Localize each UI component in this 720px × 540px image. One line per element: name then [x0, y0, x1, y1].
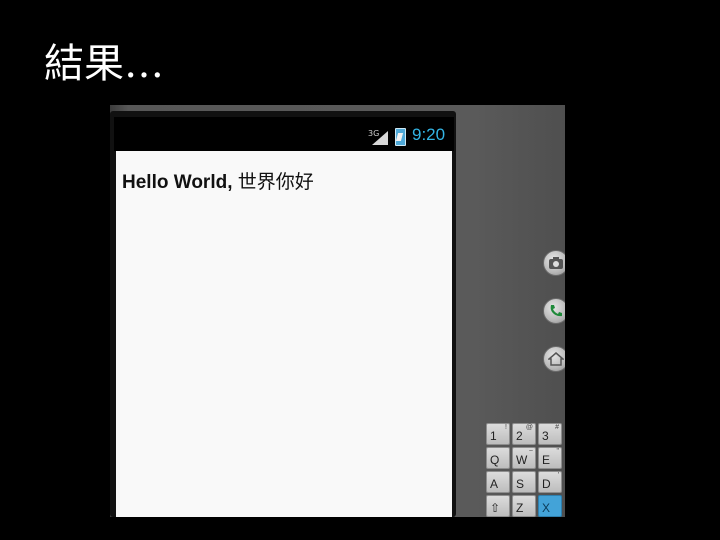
key-2[interactable]: 2 @: [512, 423, 536, 445]
key-x[interactable]: X: [538, 495, 562, 517]
key-1[interactable]: 1!: [486, 423, 510, 445]
android-emulator: 3G 9:20 Hello World, 世界你好 1! 2 @ 3 # Q W ~ …: [110, 105, 565, 517]
key-w[interactable]: W ~: [512, 447, 536, 469]
camera-button[interactable]: [543, 250, 565, 276]
key-a[interactable]: A: [486, 471, 510, 493]
key-s[interactable]: S: [512, 471, 536, 493]
signal-icon: [372, 131, 388, 145]
phone-icon: [550, 305, 562, 317]
device-screen-frame: 3G 9:20 Hello World, 世界你好: [110, 111, 456, 517]
hello-bold-text: Hello World,: [122, 172, 233, 193]
key-e[interactable]: E ": [538, 447, 562, 469]
home-icon: [548, 352, 564, 366]
app-content: Hello World, 世界你好: [116, 151, 452, 517]
slide-title: 結果…: [44, 41, 164, 87]
key-shift[interactable]: ⇧: [486, 495, 510, 517]
hello-text: Hello World, 世界你好: [122, 167, 314, 194]
status-bar: 3G 9:20: [114, 117, 454, 151]
key-q[interactable]: Q: [486, 447, 510, 469]
key-3[interactable]: 3 #: [538, 423, 562, 445]
key-z[interactable]: Z: [512, 495, 536, 517]
status-clock: 9:20: [412, 125, 446, 144]
call-button[interactable]: [543, 298, 565, 324]
home-button[interactable]: [543, 346, 565, 372]
key-d[interactable]: D ': [538, 471, 562, 493]
hello-cjk-text: 世界你好: [232, 172, 314, 193]
hardware-keyboard: 1! 2 @ 3 # Q W ~ E " A S D ' ⇧ Z X: [486, 423, 565, 517]
camera-icon: [549, 257, 563, 269]
battery-icon: [395, 128, 406, 146]
